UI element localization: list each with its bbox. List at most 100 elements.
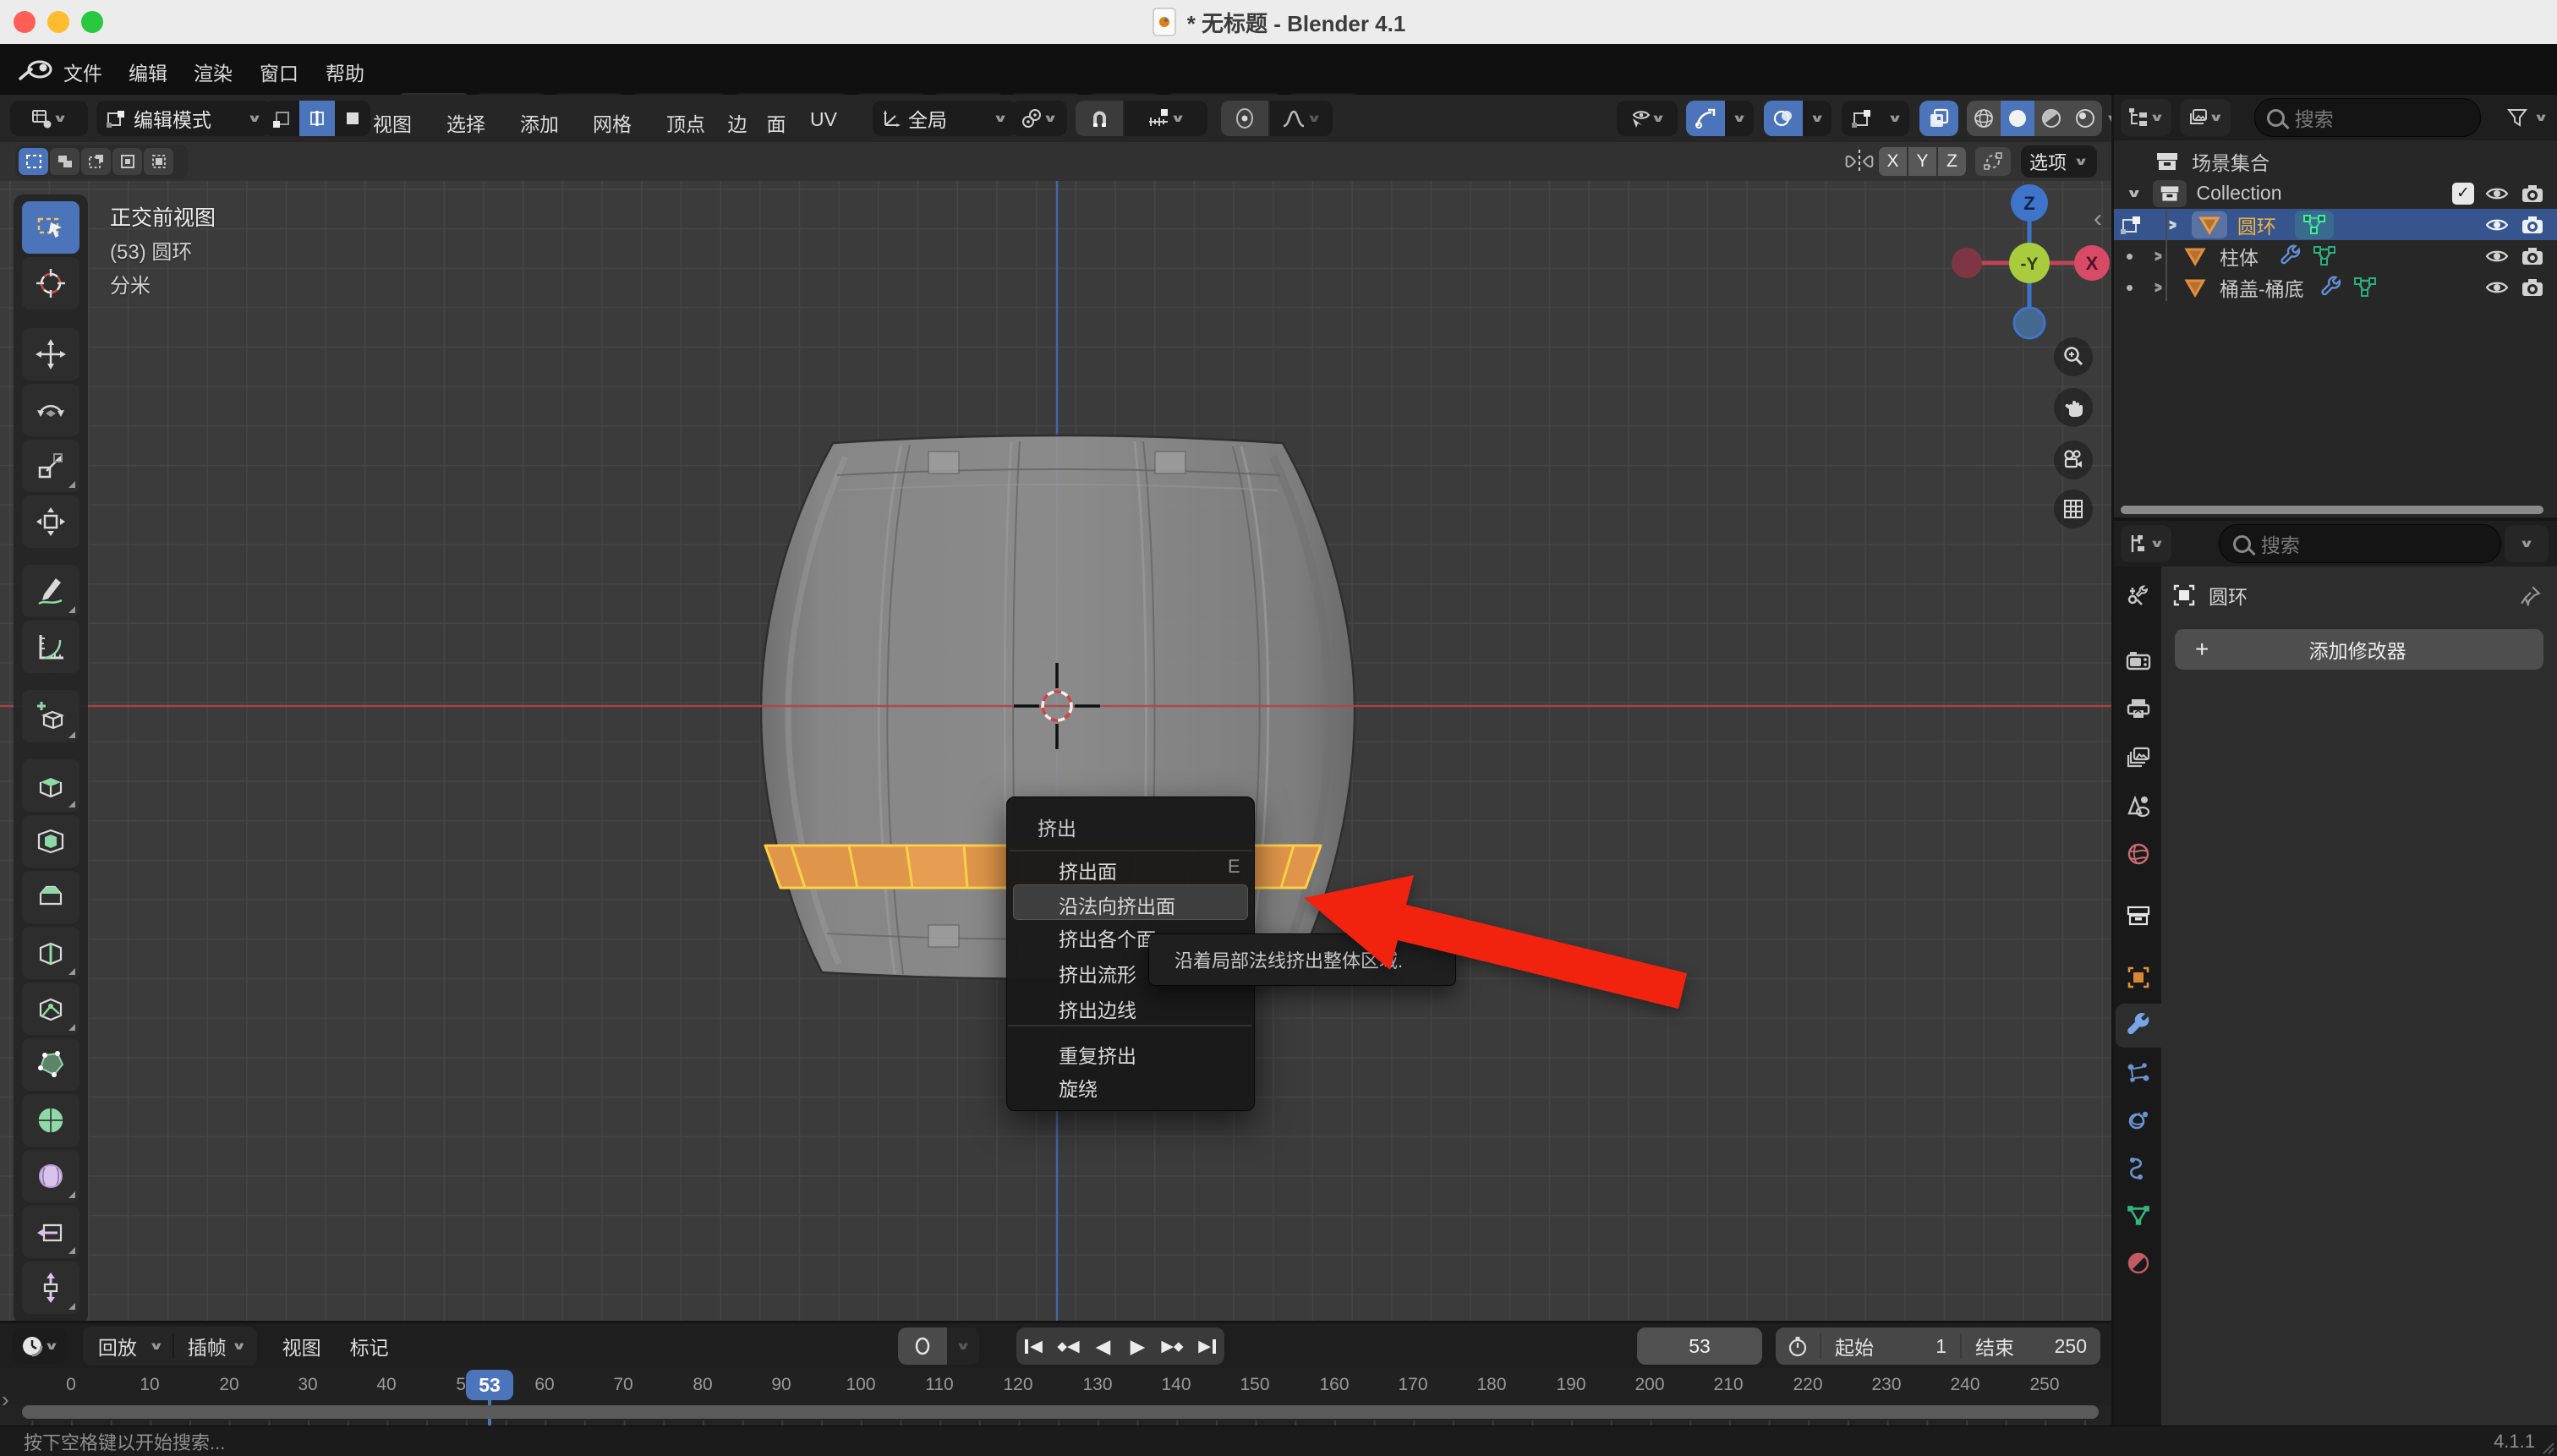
tab-particles[interactable]: [2117, 1051, 2160, 1095]
start-frame-field[interactable]: 起始 1: [1821, 1332, 1960, 1360]
outliner-row-scene-collection[interactable]: 场景集合: [2114, 145, 2557, 177]
tab-scene[interactable]: [2117, 784, 2160, 828]
outliner-row-collection[interactable]: ∨ Collection ✓: [2114, 178, 2557, 209]
vertex-select-button[interactable]: [264, 101, 299, 136]
tool-bevel[interactable]: [22, 871, 79, 923]
next-keyframe-button[interactable]: ▶◆: [1155, 1327, 1190, 1365]
disable-render-camera-icon[interactable]: [2520, 183, 2545, 205]
add-modifier-button[interactable]: + 添加修改器: [2175, 629, 2543, 670]
menu-window[interactable]: 窗口: [260, 57, 298, 86]
outliner-row-torus-selected[interactable]: ∨ 圆环: [2114, 209, 2557, 240]
mesh-edit-mode-overlays-button[interactable]: [1842, 101, 1881, 136]
play-reverse-button[interactable]: ◀: [1086, 1327, 1120, 1365]
tool-shrink-fatten[interactable]: [22, 1262, 79, 1314]
mirror-y-button[interactable]: Y: [1908, 147, 1936, 176]
hide-eye-icon[interactable]: [2484, 183, 2510, 204]
tool-extrude-region[interactable]: [22, 759, 79, 812]
pin-icon[interactable]: [2520, 584, 2542, 606]
zoom-button[interactable]: [2054, 337, 2093, 376]
menu-marker[interactable]: 标记: [350, 1332, 389, 1360]
tool-inset-faces[interactable]: [22, 815, 79, 868]
tool-options-dropdown[interactable]: 选项 ∨: [2021, 145, 2097, 178]
collapse-icon[interactable]: ∨: [2126, 188, 2143, 200]
jump-to-end-button[interactable]: ▶: [1190, 1327, 1224, 1365]
tool-transform[interactable]: [22, 495, 79, 548]
gizmo-neg-x-ball[interactable]: [1952, 248, 1982, 278]
outliner-editor-type-button[interactable]: ∨: [2121, 99, 2171, 136]
end-frame-field[interactable]: 结束 250: [1962, 1332, 2100, 1360]
tool-edge-slide[interactable]: [22, 1206, 79, 1258]
tool-smooth[interactable]: [22, 1150, 79, 1202]
menu-select[interactable]: 选择: [446, 108, 485, 137]
material-preview-button[interactable]: [2034, 101, 2068, 136]
menu-item-extrude-along-normals[interactable]: 沿法向挤出面: [1059, 890, 1175, 919]
camera-view-button[interactable]: [2054, 441, 2093, 479]
outliner-scrollbar[interactable]: [2121, 506, 2543, 514]
use-preview-range-toggle[interactable]: [1776, 1327, 1820, 1365]
select-extend-mode-button[interactable]: [50, 148, 79, 175]
outliner-search-field[interactable]: 搜索: [2254, 98, 2481, 137]
solid-shading-button[interactable]: [2001, 101, 2034, 136]
tool-scale[interactable]: [22, 440, 79, 492]
minimize-window-button[interactable]: [47, 11, 69, 33]
outliner-row-cylinder[interactable]: • ∨ 柱体: [2114, 240, 2557, 271]
resize-grip[interactable]: [2538, 1438, 2555, 1455]
outliner-display-mode-button[interactable]: ∨: [2180, 99, 2231, 136]
menu-item-extrude-manifold[interactable]: 挤出流形: [1059, 959, 1136, 988]
tab-render[interactable]: [2117, 639, 2160, 683]
tab-physics[interactable]: [2117, 1098, 2160, 1142]
tab-modifiers-active[interactable]: [2116, 1004, 2161, 1048]
playhead[interactable]: 53: [466, 1370, 513, 1400]
menu-mesh[interactable]: 网格: [593, 108, 632, 137]
timeline-editor-type-button[interactable]: ∨: [12, 1328, 68, 1364]
hide-eye-icon[interactable]: [2484, 277, 2510, 298]
menu-playback[interactable]: 回放: [86, 1332, 149, 1360]
menu-item-spin[interactable]: 旋绕: [1059, 1073, 1098, 1102]
tool-loop-cut[interactable]: [22, 927, 79, 979]
snap-settings-dropdown[interactable]: ∨: [1125, 101, 1207, 136]
properties-options-button[interactable]: ∨: [2505, 525, 2549, 562]
editor-type-button[interactable]: ∨: [10, 101, 88, 136]
menu-item-extrude-individual[interactable]: 挤出各个面: [1059, 923, 1156, 952]
menu-view[interactable]: 视图: [373, 108, 412, 137]
gizmo-settings-dropdown[interactable]: ∨: [1725, 101, 1754, 136]
outliner-row-barrel-lid[interactable]: • ∨ 桶盖-桶底: [2114, 271, 2557, 303]
menu-keying[interactable]: 插帧: [183, 1332, 232, 1360]
tab-world[interactable]: [2117, 832, 2160, 876]
keying-set-dropdown[interactable]: ∨: [947, 1327, 979, 1365]
edit-overlay-dropdown[interactable]: ∨: [1881, 101, 1909, 136]
menu-item-extrude-repeat[interactable]: 重复挤出: [1059, 1040, 1136, 1069]
expand-icon[interactable]: ∨: [2166, 217, 2178, 233]
menu-face[interactable]: 面: [767, 108, 786, 137]
navigation-gizmo[interactable]: X Z -Y: [1950, 184, 2111, 345]
tab-view-layer[interactable]: [2117, 736, 2160, 780]
mirror-x-button[interactable]: X: [1879, 147, 1907, 176]
menu-add[interactable]: 添加: [520, 108, 559, 137]
select-subtract-mode-button[interactable]: [81, 148, 111, 175]
menu-edit[interactable]: 编辑: [129, 57, 167, 86]
proportional-falloff-dropdown[interactable]: ∨: [1270, 101, 1333, 136]
disable-render-camera-icon[interactable]: [2520, 276, 2545, 298]
snap-toggle-button[interactable]: [1076, 101, 1123, 136]
hide-eye-icon[interactable]: [2484, 215, 2510, 235]
tool-select-box[interactable]: [22, 201, 79, 254]
menu-vertex[interactable]: 顶点: [666, 108, 705, 137]
tab-output[interactable]: [2117, 687, 2160, 731]
proportional-editing-toggle[interactable]: [1221, 101, 1268, 136]
rendered-shading-button[interactable]: [2068, 101, 2102, 136]
auto-keying-toggle[interactable]: [898, 1327, 947, 1365]
menu-render[interactable]: 渲染: [194, 57, 233, 86]
breadcrumb-object-name[interactable]: 圆环: [2209, 581, 2248, 610]
prev-keyframe-button[interactable]: ◆◀: [1051, 1327, 1086, 1365]
tab-object-data[interactable]: [2117, 1194, 2160, 1238]
snap-base-button[interactable]: [1975, 147, 2011, 176]
tool-measure[interactable]: [22, 621, 79, 673]
tool-knife[interactable]: [22, 983, 79, 1035]
menu-item-extrude-faces[interactable]: 挤出面: [1059, 856, 1117, 884]
menu-view[interactable]: 视图: [282, 1332, 321, 1360]
disable-render-camera-icon[interactable]: [2520, 245, 2545, 267]
ortho-toggle-button[interactable]: [2054, 490, 2093, 528]
gizmo-neg-z-ball[interactable]: [2014, 308, 2045, 338]
select-invert-mode-button[interactable]: [112, 148, 142, 175]
mirror-z-button[interactable]: Z: [1938, 147, 1966, 176]
